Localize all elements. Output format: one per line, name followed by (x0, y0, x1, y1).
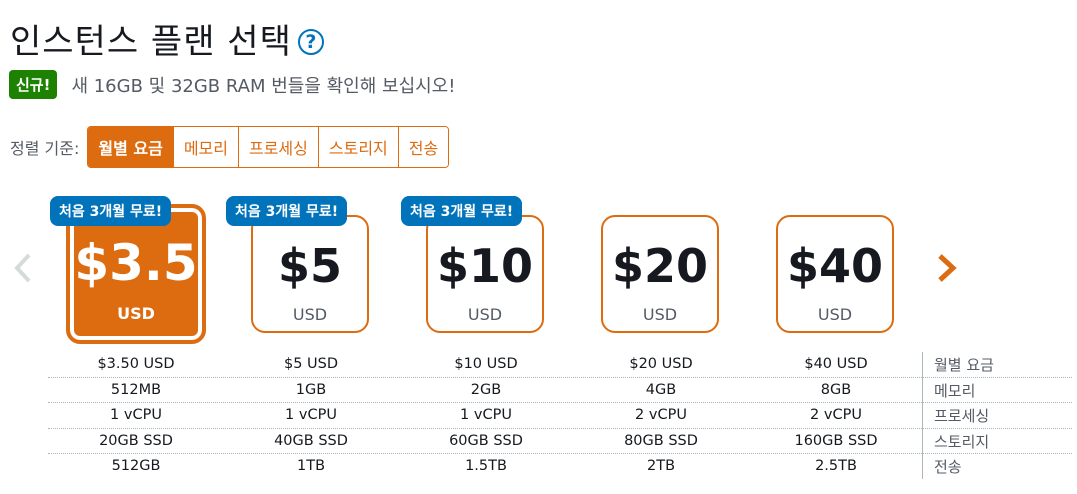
sort-option-storage[interactable]: 스토리지 (317, 127, 398, 167)
plan-price: $5 (277, 239, 342, 293)
plan-currency: USD (292, 305, 328, 324)
sort-option-transfer[interactable]: 전송 (397, 127, 449, 167)
free-trial-badge: 처음 3개월 무료! (226, 196, 348, 226)
spec-cell: 2GB (470, 381, 502, 398)
plan-currency: USD (467, 305, 503, 324)
title-row: 인스턴스 플랜 선택 ? (10, 14, 324, 63)
plan-card-2[interactable]: $5 USD (251, 215, 369, 333)
spec-cell: 2.5TB (815, 458, 857, 475)
spec-cell: 160GB SSD (794, 432, 878, 449)
plan-price: $3.5 (74, 234, 198, 292)
plan-price: $10 (436, 239, 534, 293)
spec-cell: 512GB (111, 458, 161, 475)
spec-label: 전송 (934, 458, 962, 477)
sort-option-processing[interactable]: 프로세싱 (237, 127, 318, 167)
plan-currency: USD (117, 304, 155, 323)
free-trial-badge: 처음 3개월 무료! (401, 196, 523, 226)
spec-cell: 40GB SSD (274, 432, 348, 449)
sort-label: 정렬 기준: (10, 139, 80, 158)
spec-row-monthly-price: $3.50 USD $5 USD $10 USD $20 USD $40 USD… (48, 352, 1072, 378)
spec-row-transfer: 512GB 1TB 1.5TB 2TB 2.5TB 전송 (48, 454, 1072, 479)
new-badge: 신규! (9, 70, 58, 99)
spec-cell: $10 USD (454, 356, 518, 372)
spec-cell: 4GB (645, 381, 677, 398)
spec-cell: 20GB SSD (99, 432, 173, 449)
page-title: 인스턴스 플랜 선택 (10, 22, 292, 62)
sort-option-memory[interactable]: 메모리 (172, 127, 238, 167)
chevron-left-icon[interactable] (12, 250, 34, 286)
spec-cell: $5 USD (283, 356, 339, 372)
spec-cell: 2 vCPU (810, 407, 862, 424)
plan-price: $40 (786, 239, 884, 293)
spec-row-memory: 512MB 1GB 2GB 4GB 8GB 메모리 (48, 378, 1072, 404)
spec-cell: 1TB (296, 458, 326, 475)
question-circle-icon[interactable]: ? (297, 28, 324, 55)
spec-cell: 60GB SSD (449, 432, 523, 449)
spec-cell: $3.50 USD (97, 356, 175, 372)
chevron-right-icon[interactable] (934, 250, 960, 286)
spec-cell: 2TB (646, 458, 676, 475)
sort-option-monthly-price[interactable]: 월별 요금 (88, 127, 173, 167)
plan-currency: USD (642, 305, 678, 324)
spec-cell: 2 vCPU (635, 407, 687, 424)
notice-text: 새 16GB 및 32GB RAM 번들을 확인해 보십시오! (71, 75, 456, 97)
plan-card-5[interactable]: $40 USD (776, 215, 894, 333)
sort-button-group: 월별 요금 메모리 프로세싱 스토리지 전송 (87, 126, 450, 168)
spec-label: 메모리 (934, 381, 976, 400)
spec-cell: 1 vCPU (460, 407, 512, 424)
spec-cell: $20 USD (629, 356, 693, 372)
spec-label: 월별 요금 (934, 356, 994, 374)
free-trial-badge: 처음 3개월 무료! (50, 196, 172, 226)
spec-label: 스토리지 (934, 432, 990, 451)
spec-label: 프로세싱 (934, 407, 990, 426)
spec-cell: 1GB (295, 381, 327, 398)
plan-currency: USD (817, 305, 853, 324)
plan-card-3[interactable]: $10 USD (426, 215, 544, 333)
spec-cell: 80GB SSD (624, 432, 698, 449)
spec-cell: 1 vCPU (285, 407, 337, 424)
plan-spec-table: $3.50 USD $5 USD $10 USD $20 USD $40 USD… (48, 352, 1072, 479)
spec-cell: $40 USD (804, 356, 868, 372)
spec-row-processing: 1 vCPU 1 vCPU 1 vCPU 2 vCPU 2 vCPU 프로세싱 (48, 403, 1072, 429)
sort-row: 정렬 기준: 월별 요금 메모리 프로세싱 스토리지 전송 (10, 126, 450, 168)
spec-cell: 8GB (820, 381, 852, 398)
spec-cell: 512MB (110, 381, 162, 398)
spec-row-storage: 20GB SSD 40GB SSD 60GB SSD 80GB SSD 160G… (48, 429, 1072, 455)
spec-cell: 1.5TB (465, 458, 507, 475)
plan-price: $20 (611, 239, 709, 293)
spec-cell: 1 vCPU (110, 407, 162, 424)
plan-card-4[interactable]: $20 USD (601, 215, 719, 333)
new-bundle-notice: 신규! 새 16GB 및 32GB RAM 번들을 확인해 보십시오! (9, 70, 455, 99)
